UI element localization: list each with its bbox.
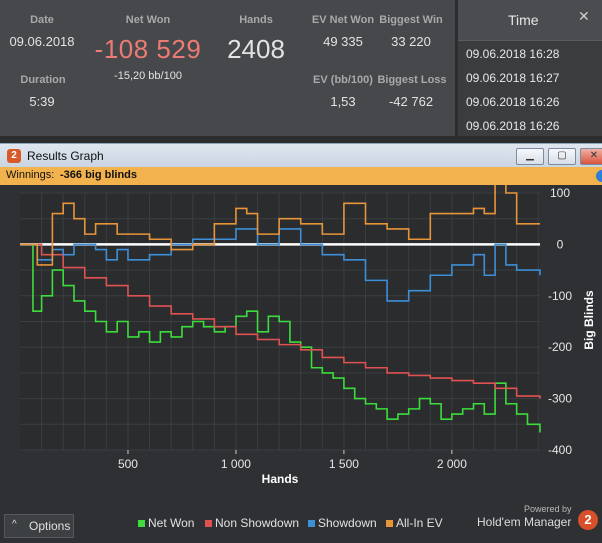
- time-header-label: Time: [508, 12, 539, 28]
- y-tick-label: -100: [548, 289, 572, 303]
- window-titlebar[interactable]: 2 Results Graph ▁ ▢ ✕: [0, 143, 602, 168]
- x-tick-label: 500: [118, 457, 138, 471]
- legend-swatch-non-showdown: [205, 520, 212, 527]
- window-title: Results Graph: [27, 149, 104, 163]
- x-tick-label: 1 500: [329, 457, 359, 471]
- legend-allin-ev[interactable]: All-In EV: [396, 516, 443, 530]
- info-icon[interactable]: [596, 170, 602, 182]
- winnings-value: -366 big blinds: [60, 169, 138, 181]
- biggest-loss-value: -42 762: [388, 94, 434, 109]
- options-button[interactable]: ^ Options: [4, 514, 74, 538]
- legend-net-won[interactable]: Net Won: [148, 516, 194, 530]
- y-tick-label: 100: [550, 186, 570, 200]
- time-row-4[interactable]: 09.06.2018 16:26: [466, 119, 559, 133]
- legend-swatch-showdown: [308, 520, 315, 527]
- minimize-button[interactable]: ▁: [516, 148, 544, 165]
- sort-icon[interactable]: ✕: [578, 8, 590, 25]
- y-tick-label: -300: [548, 392, 572, 406]
- net-won-label: Net Won: [125, 14, 171, 26]
- y-tick-label: 0: [557, 237, 564, 251]
- maximize-button[interactable]: ▢: [548, 148, 576, 165]
- biggest-loss-label: Biggest Loss: [377, 74, 447, 86]
- time-row-2[interactable]: 09.06.2018 16:27: [466, 71, 559, 85]
- hands-value: 2408: [227, 34, 285, 64]
- legend-swatch-allin-ev: [386, 520, 393, 527]
- duration-label: Duration: [20, 74, 66, 86]
- x-axis-label: Hands: [262, 472, 299, 486]
- stats-panel: Date 09.06.2018 Duration 5:39 Net Won -1…: [0, 0, 455, 136]
- powered-by-label: Powered by: [524, 504, 572, 514]
- ev-bb-label: EV (bb/100): [313, 74, 373, 86]
- holdem-manager-logo-icon: 2: [578, 510, 598, 530]
- results-graph-window: 2 Results Graph ▁ ▢ ✕ Winnings: -366 big…: [0, 143, 602, 543]
- biggest-win-value: 33 220: [391, 34, 431, 49]
- ev-net-won-value: 49 335: [323, 34, 363, 49]
- ev-net-won-label: EV Net Won: [311, 14, 375, 26]
- y-tick-label: -400: [548, 443, 572, 457]
- legend-swatch-net-won: [138, 520, 145, 527]
- x-tick-label: 1 000: [221, 457, 251, 471]
- duration-value: 5:39: [29, 94, 55, 109]
- legend-non-showdown[interactable]: Non Showdown: [215, 516, 299, 530]
- time-row-3[interactable]: 09.06.2018 16:26: [466, 95, 559, 109]
- session-time-list: Time ✕ 09.06.2018 16:28 09.06.2018 16:27…: [458, 0, 602, 136]
- net-won-value: -108 529: [94, 34, 202, 64]
- options-chevron-icon: ^: [12, 519, 17, 530]
- app-icon: 2: [7, 149, 21, 163]
- y-tick-label: -200: [548, 340, 572, 354]
- y-axis-label: Big Blinds: [582, 290, 596, 350]
- date-value: 09.06.2018: [9, 34, 75, 49]
- results-chart: 500 1 000 1 500 2 000 100 0 -100 -200 -300 -400 H…: [20, 185, 596, 486]
- time-row-1[interactable]: 09.06.2018 16:28: [466, 47, 559, 61]
- time-column-header[interactable]: Time ✕: [458, 0, 602, 41]
- hands-label: Hands: [239, 14, 273, 26]
- close-button[interactable]: ✕: [580, 148, 602, 165]
- winnings-bar: Winnings: -366 big blinds: [0, 167, 602, 185]
- options-label: Options: [29, 519, 71, 533]
- ev-bb-value: 1,53: [330, 94, 356, 109]
- brand-name: Hold'em Manager: [477, 515, 572, 529]
- x-tick-label: 2 000: [437, 457, 467, 471]
- legend-showdown[interactable]: Showdown: [318, 516, 377, 530]
- biggest-win-label: Biggest Win: [379, 14, 443, 26]
- date-label: Date: [30, 14, 54, 26]
- winnings-label: Winnings:: [6, 169, 55, 181]
- net-won-bb: -15,20 bb/100: [114, 70, 182, 82]
